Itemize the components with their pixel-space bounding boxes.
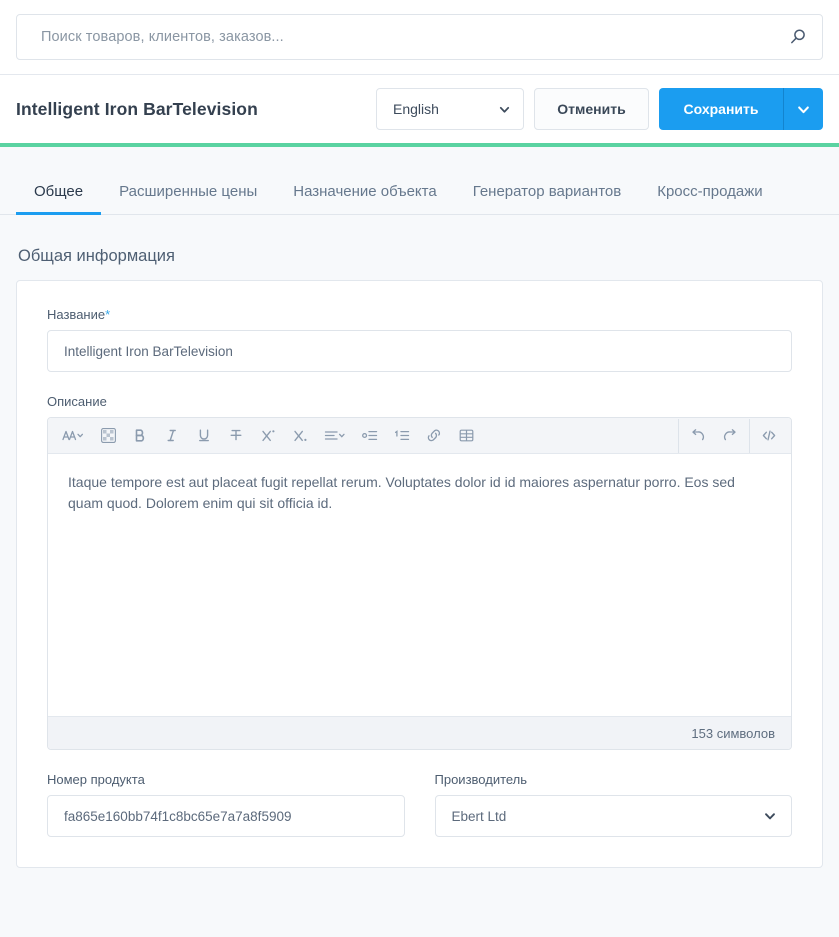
tab-advanced-prices[interactable]: Расширенные цены (101, 183, 275, 214)
description-field-label: Описание (47, 394, 107, 409)
required-marker: * (105, 307, 111, 322)
name-field-label: Название* (47, 307, 792, 322)
font-format-icon[interactable] (54, 419, 92, 453)
character-counter: 153 символов (48, 716, 791, 749)
cancel-button[interactable]: Отменить (534, 88, 649, 130)
description-editor: Itaque tempore est aut placeat fugit rep… (47, 417, 792, 750)
tab-variant-generator[interactable]: Генератор вариантов (455, 183, 640, 214)
bullet-list-icon[interactable] (354, 419, 386, 453)
bottom-fields-row: Номер продукта fa865e160bb74f1c8bc65e7a7… (47, 772, 792, 837)
name-input[interactable]: Intelligent Iron BarTelevision (47, 330, 792, 372)
subscript-icon[interactable] (284, 419, 316, 453)
tab-general[interactable]: Общее (16, 183, 102, 215)
redo-icon[interactable] (714, 419, 746, 453)
save-button[interactable]: Сохранить (659, 88, 783, 130)
align-icon[interactable] (316, 419, 354, 453)
language-select-value: English (393, 101, 439, 117)
search-icon[interactable] (788, 27, 808, 47)
section-title: Общая информация (18, 247, 175, 265)
code-view-icon[interactable] (753, 419, 785, 453)
product-number-input[interactable]: fa865e160bb74f1c8bc65e7a7a8f5909 (47, 795, 405, 837)
page-title: Intelligent Iron BarTelevision (16, 98, 258, 119)
italic-icon[interactable] (156, 419, 188, 453)
manufacturer-field: Производитель Ebert Ltd (434, 772, 792, 837)
tab-bar: Общее Расширенные цены Назначение объект… (0, 147, 839, 215)
page-header: Intelligent Iron BarTelevision English О… (0, 75, 839, 143)
link-icon[interactable] (418, 419, 450, 453)
strikethrough-icon[interactable] (220, 419, 252, 453)
chevron-down-icon (763, 809, 777, 823)
manufacturer-select[interactable]: Ebert Ltd (434, 795, 792, 837)
undo-icon[interactable] (682, 419, 714, 453)
name-label-text: Название (47, 307, 106, 322)
numbered-list-icon[interactable] (386, 419, 418, 453)
save-button-group: Сохранить (659, 88, 823, 130)
tab-object-assignment[interactable]: Назначение объекта (275, 183, 454, 214)
product-number-field: Номер продукта fa865e160bb74f1c8bc65e7a7… (47, 772, 405, 837)
description-text[interactable]: Itaque tempore est aut placeat fugit rep… (48, 454, 791, 716)
toolbar-divider (678, 418, 679, 453)
toolbar-divider (749, 418, 750, 453)
global-search-bar: Поиск товаров, клиентов, заказов... (0, 0, 839, 75)
product-number-label: Номер продукта (47, 772, 145, 787)
manufacturer-value: Ebert Ltd (451, 808, 507, 824)
product-edit-page: Поиск товаров, клиентов, заказов... Inte… (0, 0, 839, 937)
language-select[interactable]: English (376, 88, 524, 130)
chevron-down-icon (498, 103, 511, 116)
table-icon[interactable] (450, 419, 482, 453)
save-dropdown-button[interactable] (783, 88, 823, 130)
superscript-icon[interactable] (252, 419, 284, 453)
manufacturer-label: Производитель (434, 772, 528, 787)
underline-icon[interactable] (188, 419, 220, 453)
name-input-value: Intelligent Iron BarTelevision (64, 343, 233, 359)
editor-toolbar (48, 418, 791, 454)
product-number-value: fa865e160bb74f1c8bc65e7a7a8f5909 (64, 808, 292, 824)
general-information-card: Название* Intelligent Iron BarTelevision… (16, 280, 823, 868)
bold-icon[interactable] (124, 419, 156, 453)
chevron-down-icon (796, 102, 811, 117)
tab-cross-selling[interactable]: Кросс-продажи (639, 183, 780, 214)
page-body: Общее Расширенные цены Назначение объект… (0, 147, 839, 937)
search-placeholder: Поиск товаров, клиентов, заказов... (41, 29, 284, 45)
text-color-icon[interactable] (92, 419, 124, 453)
search-input[interactable]: Поиск товаров, клиентов, заказов... (16, 14, 823, 60)
